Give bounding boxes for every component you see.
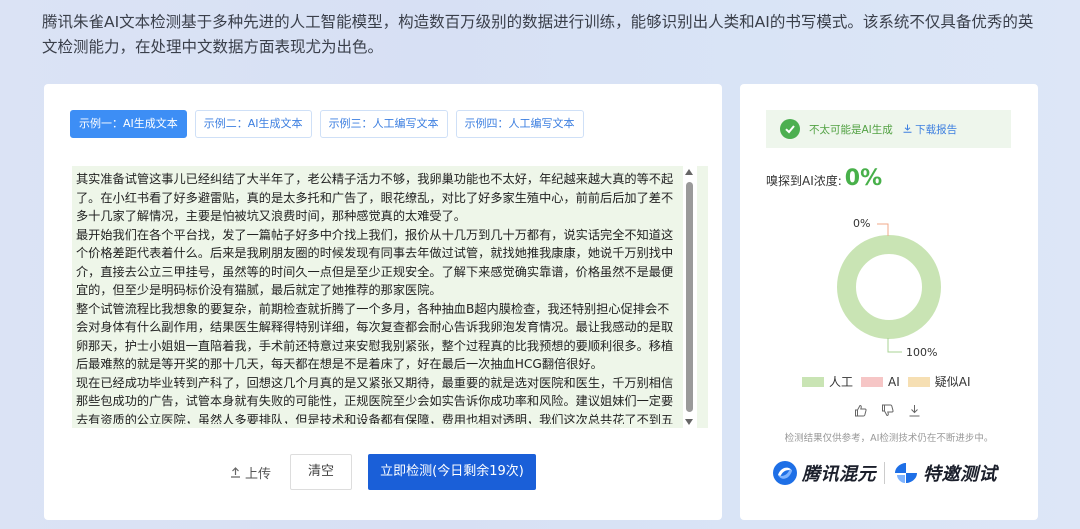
hunyuan-logo-text: 腾讯混元 [802,464,876,485]
scroll-thumb[interactable] [686,182,693,412]
partner-logos: 腾讯混元 特邀测试 [772,460,997,486]
legend-item-suspected-ai: 疑似AI [907,373,971,390]
detect-button[interactable]: 立即检测(今日剩余19次) [368,454,536,490]
text-paragraph: 现在已经成功毕业转到产科了，回想这几个月真的是又紧张又期待，最重要的就是选对医院… [76,375,674,425]
input-panel: 示例一：AI生成文本 示例二：AI生成文本 示例三：人工编写文本 示例四：人工编… [44,84,722,520]
scroll-down-arrow-icon[interactable] [685,419,693,425]
hunyuan-logo-icon [773,461,797,485]
ai-level-label: 嗅探到AI浓度: [766,174,842,188]
tab-example-1[interactable]: 示例一：AI生成文本 [70,110,187,138]
thumbs-up-icon[interactable] [854,404,867,417]
text-paragraph: 其实准备试管这事儿已经纠结了大半年了，老公精子活力不够，我卵巢功能也不太好，年纪… [76,172,674,223]
tab-example-4[interactable]: 示例四：人工编写文本 [455,110,584,138]
download-icon[interactable] [908,404,921,417]
scroll-up-arrow-icon[interactable] [685,169,693,175]
invited-test-logo-text: 特邀测试 [923,464,997,485]
ai-level-value: 0% [844,166,883,191]
legend-label: AI [888,374,900,389]
text-input-area[interactable]: 其实准备试管这事儿已经纠结了大半年了，老公精子活力不够，我卵巢功能也不太好，年纪… [72,166,708,428]
download-report-label: 下载报告 [915,123,958,136]
clear-button[interactable]: 清空 [290,454,352,490]
download-report-link[interactable]: 下载报告 [903,122,957,137]
check-circle-icon [780,119,800,139]
upload-button[interactable]: 上传 [230,463,288,482]
verdict-text: 不太可能是AI生成 [809,123,893,136]
donut-top-label: 0% [853,217,870,230]
legend-swatch [907,376,930,387]
text-scrollbar[interactable] [683,166,697,428]
disclaimer-note: 检测结果仅供参考，AI检测技术仍在不断进步中。 [784,433,994,444]
invited-test-logo-icon [895,463,917,483]
tab-example-2[interactable]: 示例二：AI生成文本 [194,110,312,138]
donut-chart-svg: 0% 100% [837,217,941,359]
legend-label: 人工 [829,375,854,389]
upload-label: 上传 [245,466,272,482]
logo-divider [884,462,885,484]
legend-swatch [861,376,884,387]
text-paragraph: 整个试管流程比我想象的要复杂，前期检查就折腾了一个多月，各种抽血B超内膜检查，我… [76,301,674,372]
intro-text: 腾讯朱雀AI文本检测基于多种先进的人工智能模型，构造数百万级别的数据进行训练，能… [42,13,1034,56]
tab-example-3[interactable]: 示例三：人工编写文本 [319,110,448,138]
legend-item-human: 人工 [802,373,853,390]
donut-bottom-label: 100% [906,346,937,359]
action-bar: 上传 清空 立即检测(今日剩余19次) [230,454,536,490]
download-icon [903,124,912,133]
legend-item-ai: AI [861,373,900,390]
text-paragraph: 最开始我们在各个平台找，发了一篇帖子好多中介找上我们，报价从十几万到几十万都有，… [76,227,674,298]
thumbs-down-icon[interactable] [881,404,894,417]
bottom-label-leader [887,338,902,353]
result-banner: 不太可能是AI生成 下载报告 [766,110,1011,148]
feedback-bar [854,404,921,417]
top-label-leader [877,223,889,236]
upload-icon [231,466,240,478]
legend-swatch [802,376,824,387]
chart-legend: 人工 AI 疑似AI [802,373,971,390]
text-input-content[interactable]: 其实准备试管这事儿已经纠结了大半年了，老公精子活力不够，我卵巢功能也不太好，年纪… [76,170,680,424]
result-panel: 不太可能是AI生成 下载报告 嗅探到AI浓度: 0% 0% 100% 人工 AI [740,84,1038,520]
example-tabs: 示例一：AI生成文本 示例二：AI生成文本 示例三：人工编写文本 示例四：人工编… [70,110,584,138]
donut-chart: 0% 100% [740,204,1038,374]
ai-level: 嗅探到AI浓度: 0% [766,166,882,191]
legend-label: 疑似AI [934,375,971,389]
donut-slice-human [837,235,941,339]
